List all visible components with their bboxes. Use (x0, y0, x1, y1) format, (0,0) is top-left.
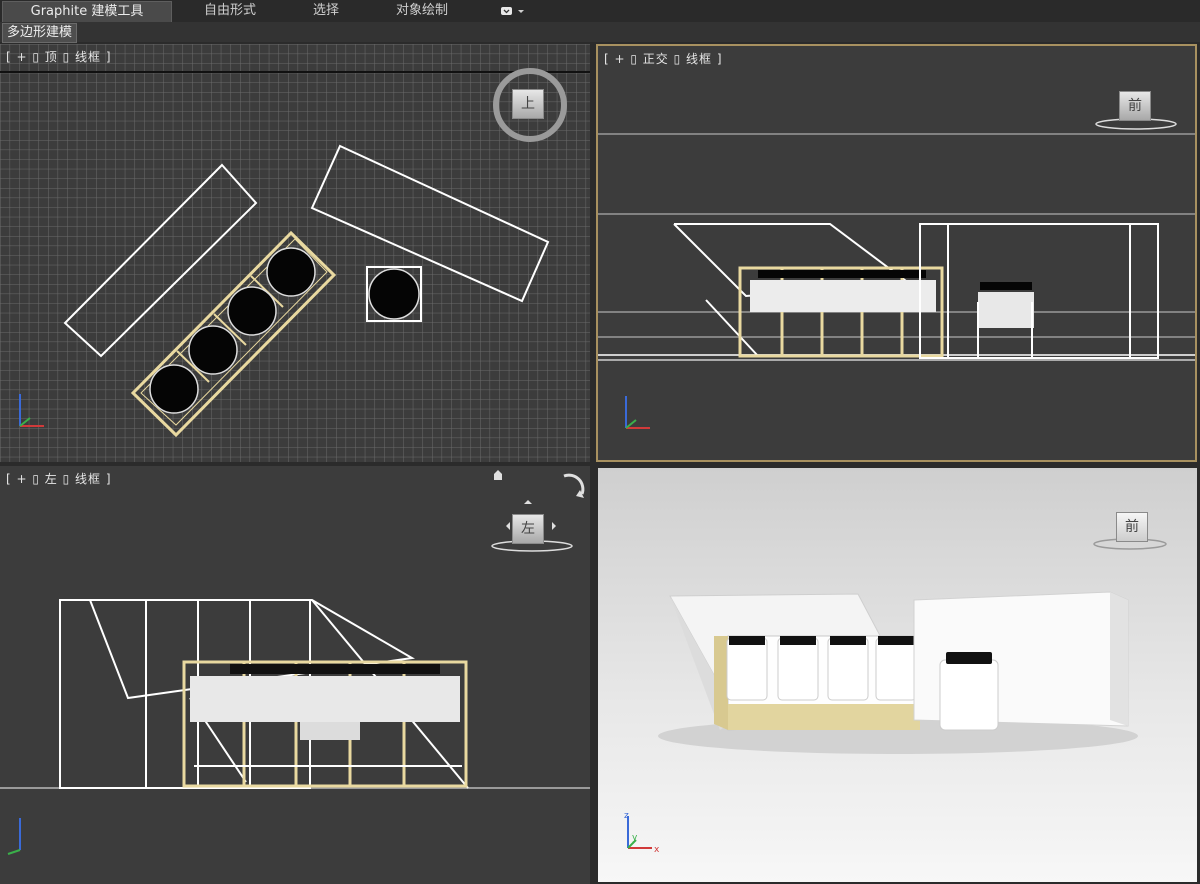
polygon-modeling-panel[interactable]: 多边形建模 (2, 23, 78, 43)
single-jar-render (939, 652, 999, 731)
jar-render-2 (777, 636, 819, 701)
axis-tripod-icon: z y x (624, 811, 660, 855)
tab-graphite-modeling[interactable]: Graphite 建模工具 (2, 1, 172, 22)
jar-top-2 (227, 286, 277, 336)
viewport-top-label[interactable]: [ + ▯ 顶 ▯ 线框 ] (6, 48, 112, 65)
viewport-left[interactable]: [ + ▯ 左 ▯ 线框 ] 左 (0, 466, 590, 884)
viewcube-front[interactable]: 前 (1119, 91, 1151, 121)
viewcube-perspective[interactable]: 前 (1116, 512, 1148, 542)
home-icon (494, 470, 502, 480)
tab-freeform[interactable]: 自由形式 (190, 1, 270, 21)
axis-z-label: z (624, 811, 629, 821)
viewport-front[interactable]: [ + ▯ 正交 ▯ 线框 ] 前 (596, 44, 1197, 462)
axis-tripod-icon (625, 396, 650, 429)
tab-object-paint[interactable]: 对象绘制 (380, 1, 464, 21)
front-view-scene (598, 118, 1195, 361)
ribbon-tabbar: Graphite 建模工具 自由形式 选择 对象绘制 (0, 0, 1200, 23)
left-view-scene (0, 470, 590, 789)
jar-top-1 (266, 247, 316, 297)
tray-front-panel (728, 704, 920, 730)
jar-top-3 (188, 325, 238, 375)
jar-render-1 (726, 636, 768, 701)
axis-tripod-icon (19, 394, 44, 427)
top-view-scene (0, 44, 590, 462)
single-jar-top (368, 268, 420, 320)
viewport-front-label[interactable]: [ + ▯ 正交 ▯ 线框 ] (604, 50, 723, 67)
viewcube-left[interactable]: 左 (512, 514, 544, 544)
perspective-render (658, 538, 1167, 754)
jar-top-4 (149, 364, 199, 414)
ribbon-subbar: 多边形建模 (0, 22, 1200, 43)
tab-selection[interactable]: 选择 (296, 1, 356, 21)
jar-render-4 (875, 636, 917, 701)
viewcube-top[interactable]: 上 (512, 89, 544, 119)
ribbon-options-dropdown[interactable] (498, 1, 528, 21)
axis-x-label: x (654, 845, 660, 855)
viewport-top[interactable]: [ + ▯ 顶 ▯ 线框 ] 上 (0, 44, 590, 462)
axis-y-label: y (632, 833, 638, 843)
viewport-perspective[interactable]: 前 z y x (598, 468, 1197, 882)
chevron-down-icon (501, 7, 524, 15)
axis-tripod-icon (7, 818, 21, 855)
viewport-left-label[interactable]: [ + ▯ 左 ▯ 线框 ] (6, 470, 112, 487)
jar-render-3 (827, 636, 869, 701)
